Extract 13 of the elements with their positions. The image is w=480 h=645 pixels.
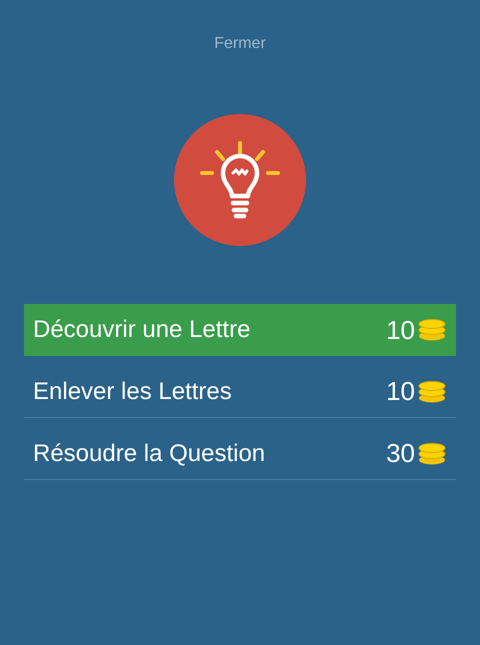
lightbulb-icon xyxy=(199,140,281,220)
coin-stack-icon xyxy=(417,442,447,464)
option-cost: 10 xyxy=(386,375,415,408)
hint-option[interactable]: Découvrir une Lettre 10 xyxy=(24,304,456,356)
hint-option[interactable]: Résoudre la Question 30 xyxy=(24,428,456,480)
option-label: Découvrir une Lettre xyxy=(33,315,250,345)
hint-option[interactable]: Enlever les Lettres 10 xyxy=(24,366,456,418)
option-label: Enlever les Lettres xyxy=(33,376,232,406)
coin-stack-icon xyxy=(417,380,447,402)
option-cost: 30 xyxy=(386,437,415,470)
coin-stack-icon xyxy=(417,319,447,341)
option-cost: 10 xyxy=(386,314,415,346)
option-label: Résoudre la Question xyxy=(33,438,266,468)
